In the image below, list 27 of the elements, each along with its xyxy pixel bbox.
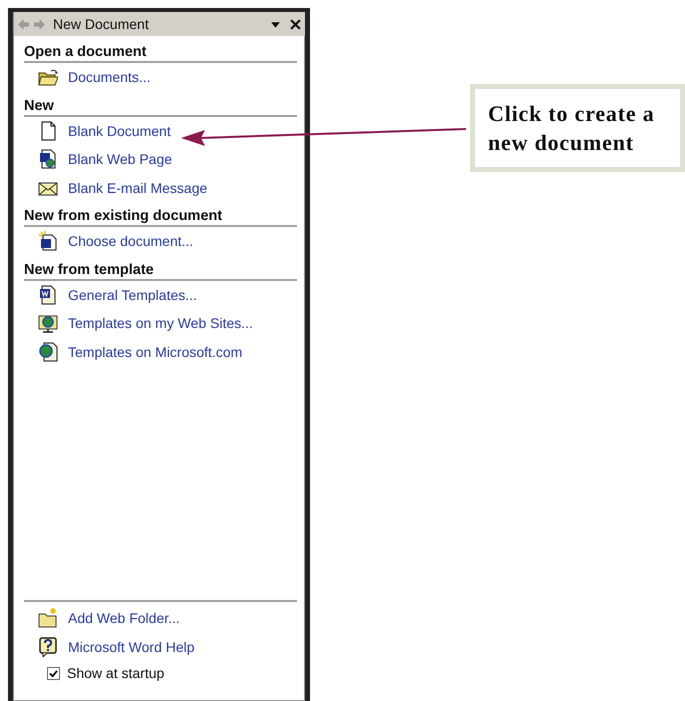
section-heading: New [24,98,297,116]
task-link[interactable]: Templates on my Web Sites... [68,315,253,332]
folder-icon [38,608,58,628]
close-icon[interactable] [290,18,301,30]
help-icon [38,636,58,657]
checkbox[interactable] [47,666,60,680]
task-link[interactable]: Blank Document [68,122,171,139]
document-icon [38,284,58,305]
globe-document-icon [38,342,58,362]
task-link[interactable]: Choose document... [68,233,194,250]
task-link[interactable]: Documents... [68,69,150,86]
section-heading: New from existing document [24,208,297,227]
pane-title: New Document [53,16,149,32]
callout-text: Click to create a new document [470,84,685,172]
checkbox-label: Show at startup [67,665,164,681]
section-heading: New from template [24,262,297,280]
task-link[interactable]: Add Web Folder... [68,610,180,626]
web-document-icon [38,149,58,170]
folder-icon [38,67,58,88]
task-link[interactable]: Templates on Microsoft.com [68,344,242,360]
task-link[interactable]: Microsoft Word Help [68,638,195,655]
globe-folder-icon [38,313,58,334]
task-link[interactable]: Blank Web Page [68,151,172,168]
section-heading: Open a document [24,44,297,63]
task-link[interactable]: Blank E-mail Message [68,180,208,196]
task-link[interactable]: General Templates... [68,286,197,303]
document-icon [38,231,58,252]
